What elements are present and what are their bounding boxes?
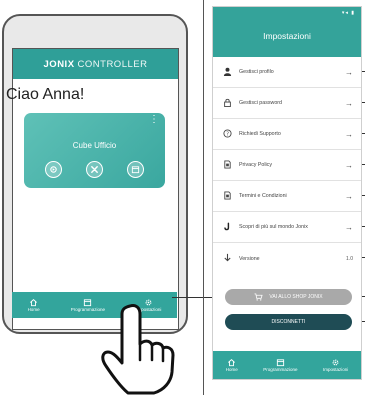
row-label: Gestisci profilo xyxy=(239,69,274,75)
document-icon xyxy=(221,190,233,202)
row-gestisci-profilo[interactable]: Gestisci profilo → xyxy=(213,57,361,88)
device-card[interactable]: ⋮ Cube Ufficio xyxy=(24,113,165,188)
app-brand-bar: JONIX CONTROLLER xyxy=(13,49,178,79)
greeting-text: Ciao Anna! xyxy=(6,86,85,103)
row-richiedi-supporto[interactable]: ? Richiedi Supporto → xyxy=(213,119,361,150)
row-privacy-policy[interactable]: Privacy Policy → xyxy=(213,150,361,181)
vertical-divider xyxy=(203,0,204,395)
nav-home-label: Home xyxy=(225,367,238,372)
row-versione: Versione 1.0 xyxy=(213,243,361,274)
nav-impostazioni-label: Impostazioni xyxy=(322,367,349,372)
nav-programmazione-label: Programmazione xyxy=(263,367,298,372)
brand-subtitle: CONTROLLER xyxy=(77,58,148,70)
user-icon xyxy=(221,67,233,78)
power-mode-icon xyxy=(50,166,57,173)
row-gestisci-password[interactable]: Gestisci password → xyxy=(213,88,361,119)
row-label: Richiedi Supporto xyxy=(239,131,281,137)
gear-icon xyxy=(332,359,339,366)
jonix-logo-icon xyxy=(221,222,233,233)
arrow-right-icon: → xyxy=(345,160,353,170)
document-icon xyxy=(221,159,233,171)
nav-home-label: Home xyxy=(27,307,40,312)
card-menu-icon[interactable]: ⋮ xyxy=(149,115,159,125)
row-label: Privacy Policy xyxy=(239,162,272,168)
nav-home[interactable]: Home xyxy=(226,358,238,372)
row-scopri-jonix[interactable]: Scopri di più sul mondo Jonix → xyxy=(213,212,361,243)
home-icon xyxy=(30,299,38,307)
download-arrow-icon xyxy=(221,253,233,264)
help-icon: ? xyxy=(221,128,233,140)
row-termini-condizioni[interactable]: Termini e Condizioni → xyxy=(213,181,361,212)
row-label: Versione xyxy=(239,255,260,262)
device-name: Cube Ufficio xyxy=(72,141,117,150)
lock-icon xyxy=(221,98,233,109)
calendar-icon xyxy=(84,299,92,307)
arrow-right-icon: → xyxy=(345,191,353,201)
fan-button[interactable] xyxy=(86,161,103,178)
svg-text:?: ? xyxy=(226,131,229,137)
tapping-hand-icon xyxy=(101,304,175,395)
row-label: Termini e Condizioni xyxy=(239,193,287,199)
arrow-right-icon: → xyxy=(345,129,353,139)
calendar-icon xyxy=(131,166,140,174)
arrow-right-icon: → xyxy=(345,67,353,77)
cart-icon xyxy=(254,293,263,301)
shop-button-label: VAI ALLO SHOP JONIX xyxy=(269,294,323,300)
connector-line xyxy=(172,297,214,298)
nav-programmazione[interactable]: Programmazione xyxy=(263,358,298,372)
version-value: 1.0 xyxy=(346,255,353,262)
logout-button-label: DISCONNETTI xyxy=(271,319,306,325)
fan-icon xyxy=(91,166,98,173)
logout-button[interactable]: DISCONNETTI xyxy=(225,314,352,330)
home-icon xyxy=(228,359,236,367)
row-label: Gestisci password xyxy=(239,100,282,106)
shop-button[interactable]: VAI ALLO SHOP JONIX xyxy=(225,289,352,305)
nav-home[interactable]: Home xyxy=(28,298,40,312)
power-mode-button[interactable] xyxy=(45,161,62,178)
calendar-icon xyxy=(276,359,284,367)
settings-screen: ▾◂ ▮ Impostazioni Gestisci profilo → Ges… xyxy=(212,6,362,380)
settings-bottom-nav: Home Programmazione Impostazioni xyxy=(213,351,361,379)
arrow-right-icon: → xyxy=(345,98,353,108)
settings-header: ▾◂ ▮ Impostazioni xyxy=(213,7,361,57)
schedule-button[interactable] xyxy=(127,161,144,178)
arrow-right-icon: → xyxy=(345,222,353,232)
settings-title: Impostazioni xyxy=(263,31,311,41)
status-bar-icons: ▾◂ ▮ xyxy=(341,10,355,16)
row-label: Scopri di più sul mondo Jonix xyxy=(239,224,308,230)
nav-impostazioni[interactable]: Impostazioni xyxy=(323,358,348,372)
brand-name: JONIX xyxy=(43,58,75,70)
